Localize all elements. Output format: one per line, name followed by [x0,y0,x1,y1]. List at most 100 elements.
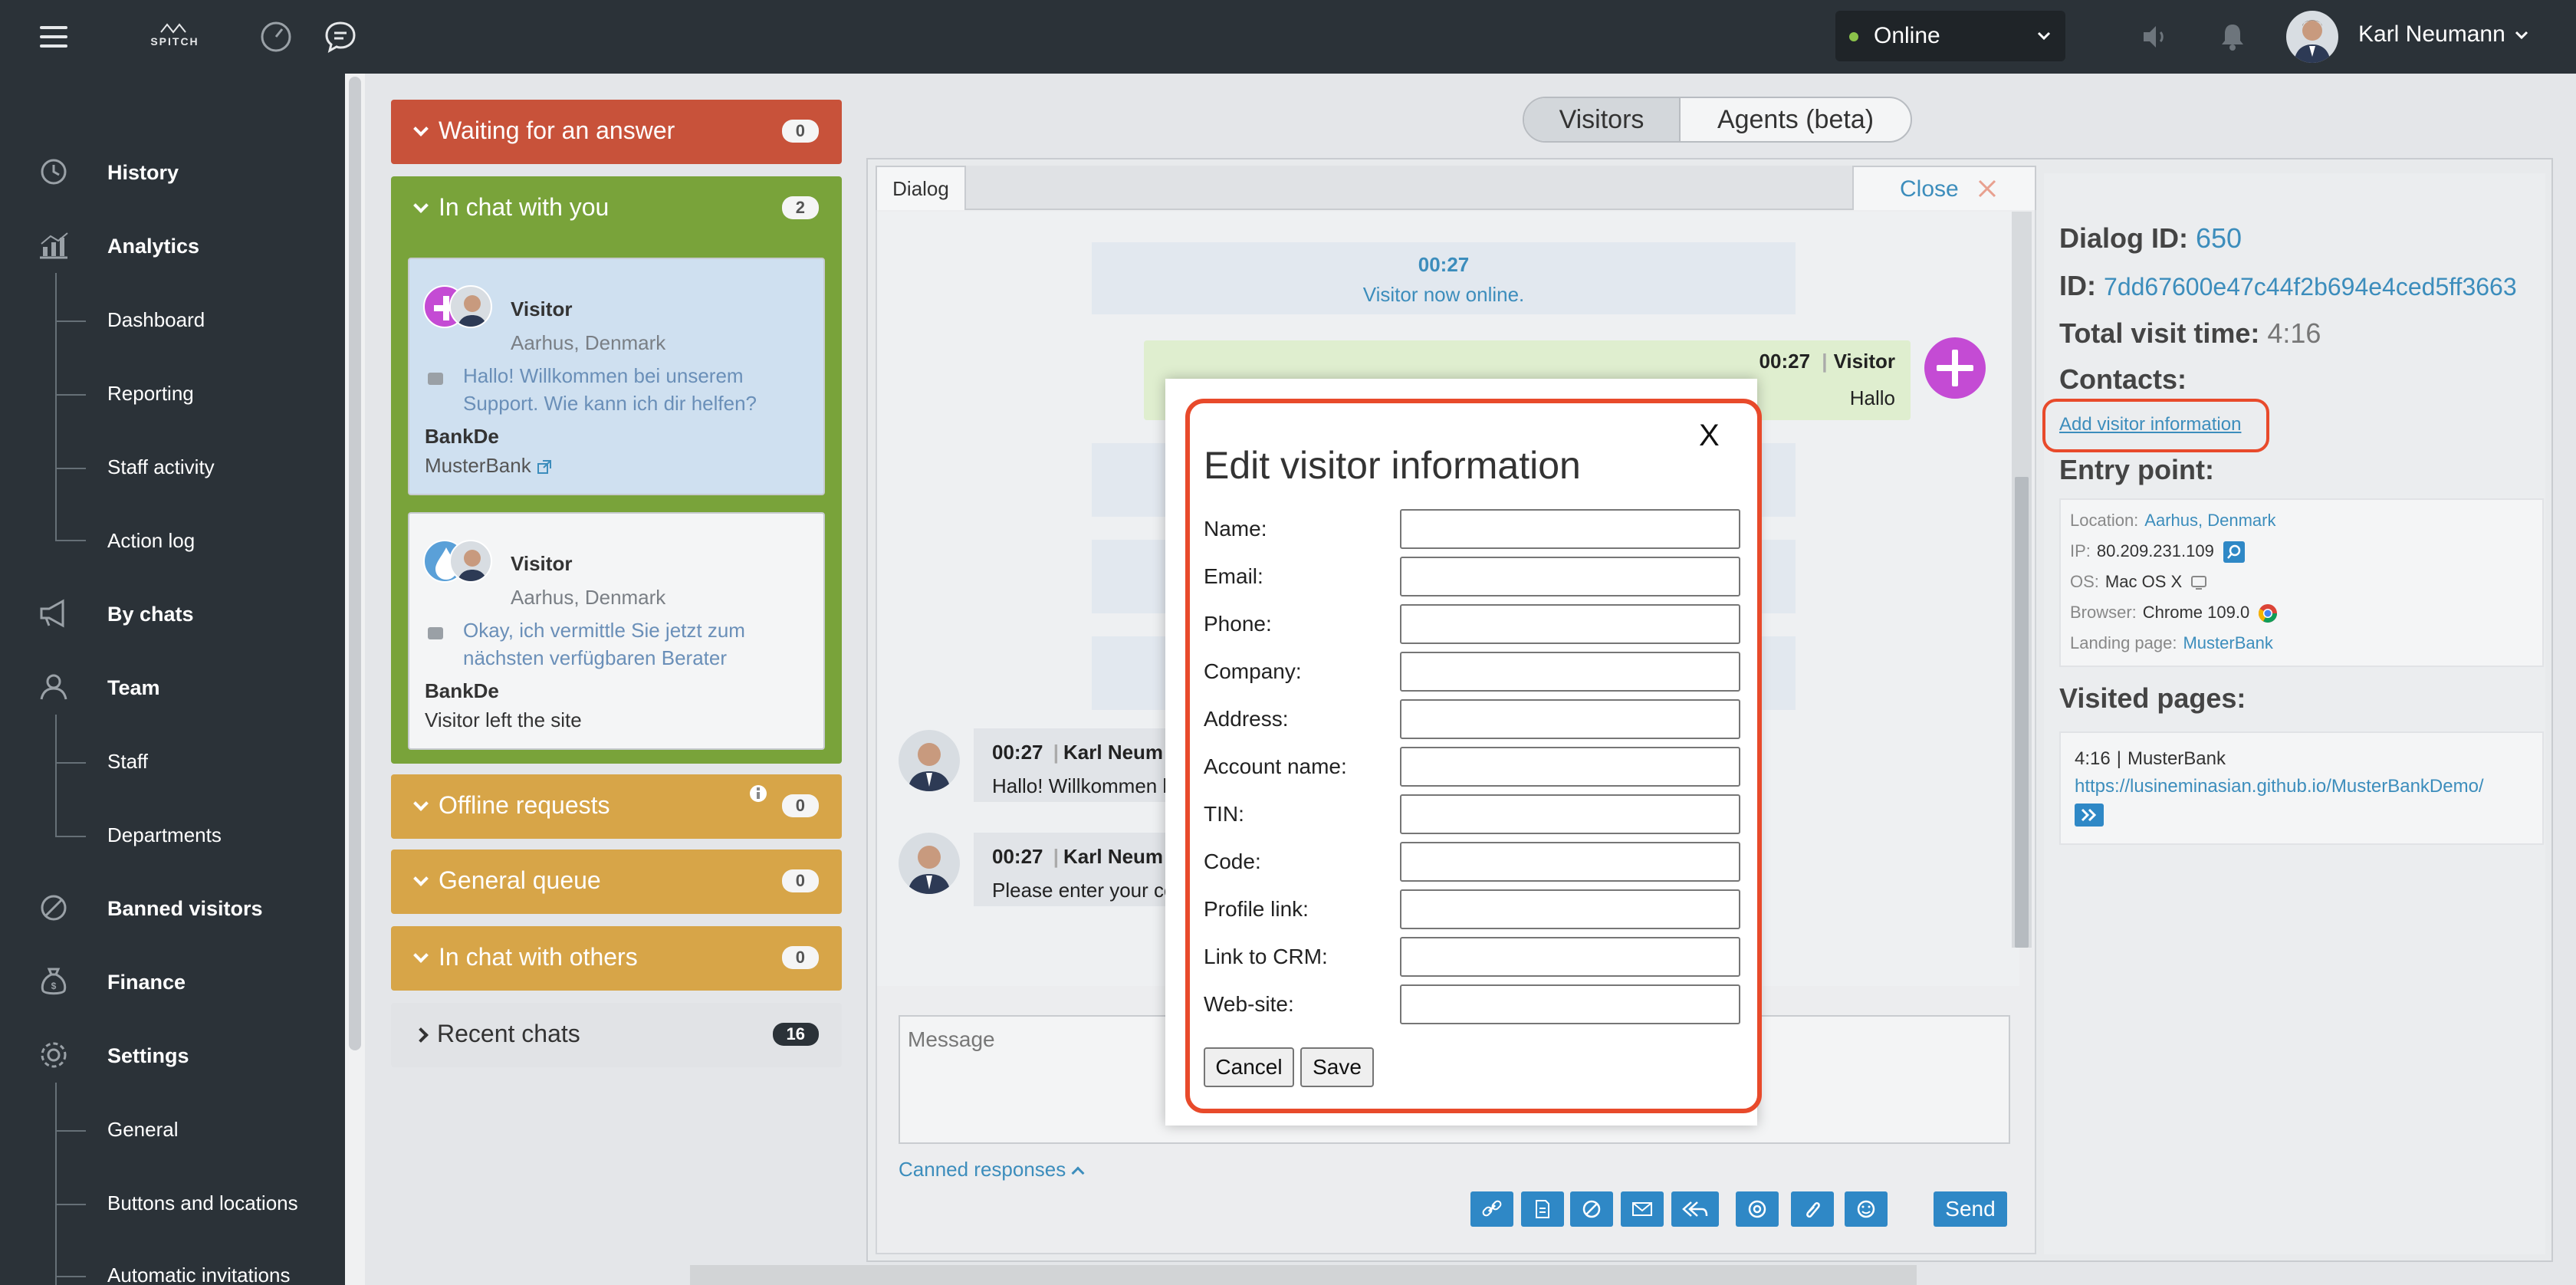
document-button[interactable] [1521,1191,1564,1227]
logo-mark-icon [160,23,186,34]
at-sign-icon [1748,1200,1766,1218]
speedometer-icon[interactable] [259,20,293,54]
chat-card[interactable]: Visitor Aarhus, Denmark Hallo! Willkomme… [408,258,825,495]
address-field[interactable] [1400,699,1740,739]
sidebar-item-history[interactable]: History [0,149,345,195]
menu-icon[interactable] [40,26,67,48]
double-chevron-right-icon[interactable] [2075,804,2104,827]
scroll-thumb[interactable] [2015,477,2029,948]
queue-count-badge: 0 [781,869,819,892]
tab-dialog[interactable]: Dialog [876,166,966,210]
code-field[interactable] [1400,842,1740,882]
status-select[interactable]: Online [1835,11,2065,61]
save-button[interactable]: Save [1300,1047,1374,1087]
contacts-heading: Contacts: [2059,363,2187,395]
queue-count-badge: 0 [781,946,819,969]
speaker-icon[interactable] [2139,20,2173,54]
add-visitor-info-link[interactable]: Add visitor information [2059,414,2241,435]
profile-link-field[interactable] [1400,889,1740,929]
send-button[interactable]: Send [1934,1191,2007,1227]
sidebar-item-reporting[interactable]: Reporting [107,382,194,406]
email-field[interactable] [1400,557,1740,596]
banned-icon [41,895,67,921]
sidebar-item-general[interactable]: General [107,1118,179,1142]
envelope-icon [1632,1202,1652,1216]
sidebar-item-analytics[interactable]: Analytics [0,222,345,268]
sidebar-item-automatic-invitations[interactable]: Automatic invitations [107,1264,290,1285]
info-icon[interactable] [748,784,768,804]
sidebar-item-buttons-locations[interactable]: Buttons and locations [107,1191,298,1215]
chevron-down-icon[interactable] [2513,26,2530,43]
nav-tree-tick [55,836,86,837]
megaphone-icon [40,599,64,628]
sidebar-item-action-log[interactable]: Action log [107,529,195,553]
queue-general[interactable]: General queue 0 [391,850,842,914]
message-scrollbar[interactable] [2012,212,2032,948]
sidebar-scrollbar[interactable] [349,77,361,1050]
sidebar-item-departments[interactable]: Departments [107,823,222,847]
chat-card[interactable]: Visitor Aarhus, Denmark Okay, ich vermit… [408,512,825,750]
visited-pages-heading: Visited pages: [2059,682,2246,714]
speech-bubble-icon [428,373,443,385]
online-dot [1849,32,1858,41]
external-link-icon[interactable] [537,459,552,475]
bell-icon[interactable] [2216,20,2249,54]
nav-tree-tick [55,1276,86,1277]
sidebar-item-staff-activity[interactable]: Staff activity [107,455,215,479]
mention-button[interactable] [1736,1191,1779,1227]
chat-bubble-icon[interactable] [324,20,357,54]
dialog-tabbar [966,166,1852,210]
cancel-button[interactable]: Cancel [1204,1047,1294,1087]
visited-url-link[interactable]: https://lusineminasian.github.io/MusterB… [2075,776,2484,797]
ban-button[interactable] [1570,1191,1613,1227]
sidebar-item-staff[interactable]: Staff [107,750,148,774]
sidebar-item-banned-visitors[interactable]: Banned visitors [0,885,345,931]
chrome-icon [2259,604,2278,623]
visitor-id: ID: 7dd67600e47c44f2b694e4ced5ff3663 [2059,270,2517,301]
transfer-button[interactable] [1671,1191,1719,1227]
entry-point-heading: Entry point: [2059,454,2214,485]
canned-responses-toggle[interactable]: Canned responses [899,1158,1085,1181]
link-button[interactable] [1470,1191,1513,1227]
company-field[interactable] [1400,652,1740,692]
user-name[interactable]: Karl Neumann [2358,21,2505,48]
queue-in-chat-with-others[interactable]: In chat with others 0 [391,926,842,991]
email-button[interactable] [1621,1191,1664,1227]
ip-lookup-icon[interactable] [2223,541,2245,564]
sidebar-item-by-chats[interactable]: By chats [0,590,345,636]
user-avatar[interactable] [2286,11,2338,63]
crm-link-field[interactable] [1400,937,1740,977]
location-link[interactable]: Aarhus, Denmark [2144,511,2275,530]
chevron-down-icon [413,796,429,811]
emoji-button[interactable] [1845,1191,1888,1227]
svg-text:$: $ [51,981,57,991]
agent-avatar [899,730,960,791]
sidebar-item-settings[interactable]: Settings [0,1032,345,1078]
tab-visitors[interactable]: Visitors [1524,98,1679,141]
landing-page-link[interactable]: MusterBank [2183,633,2272,652]
sidebar-item-finance[interactable]: $ Finance [0,958,345,1004]
queue-offline-requests[interactable]: Offline requests 0 [391,774,842,839]
chevron-down-icon [413,121,429,136]
queue-count-badge: 16 [772,1023,819,1046]
name-field[interactable] [1400,509,1740,549]
chevron-down-icon [413,948,429,963]
document-icon [1536,1200,1549,1218]
tin-field[interactable] [1400,794,1740,834]
attach-button[interactable] [1791,1191,1834,1227]
sidebar-item-dashboard[interactable]: Dashboard [107,308,205,332]
queue-waiting[interactable]: Waiting for an answer 0 [391,100,842,164]
modal-title: Edit visitor information [1204,444,1581,487]
queue-header[interactable]: In chat with you [413,193,609,222]
close-dialog-button[interactable]: Close [1852,166,2036,210]
chevron-down-icon [413,198,429,213]
tab-agents[interactable]: Agents (beta) [1679,98,1911,141]
account-name-field[interactable] [1400,747,1740,787]
queue-recent-chats[interactable]: Recent chats 16 [391,1003,842,1067]
sidebar-item-team[interactable]: Team [0,664,345,710]
phone-field[interactable] [1400,604,1740,644]
website-field[interactable] [1400,984,1740,1024]
nav-tree-line [55,1083,57,1285]
modal-close-button[interactable]: X [1699,419,1720,453]
visited-pages-box: 4:16 | MusterBank https://lusineminasian.g… [2059,731,2544,845]
